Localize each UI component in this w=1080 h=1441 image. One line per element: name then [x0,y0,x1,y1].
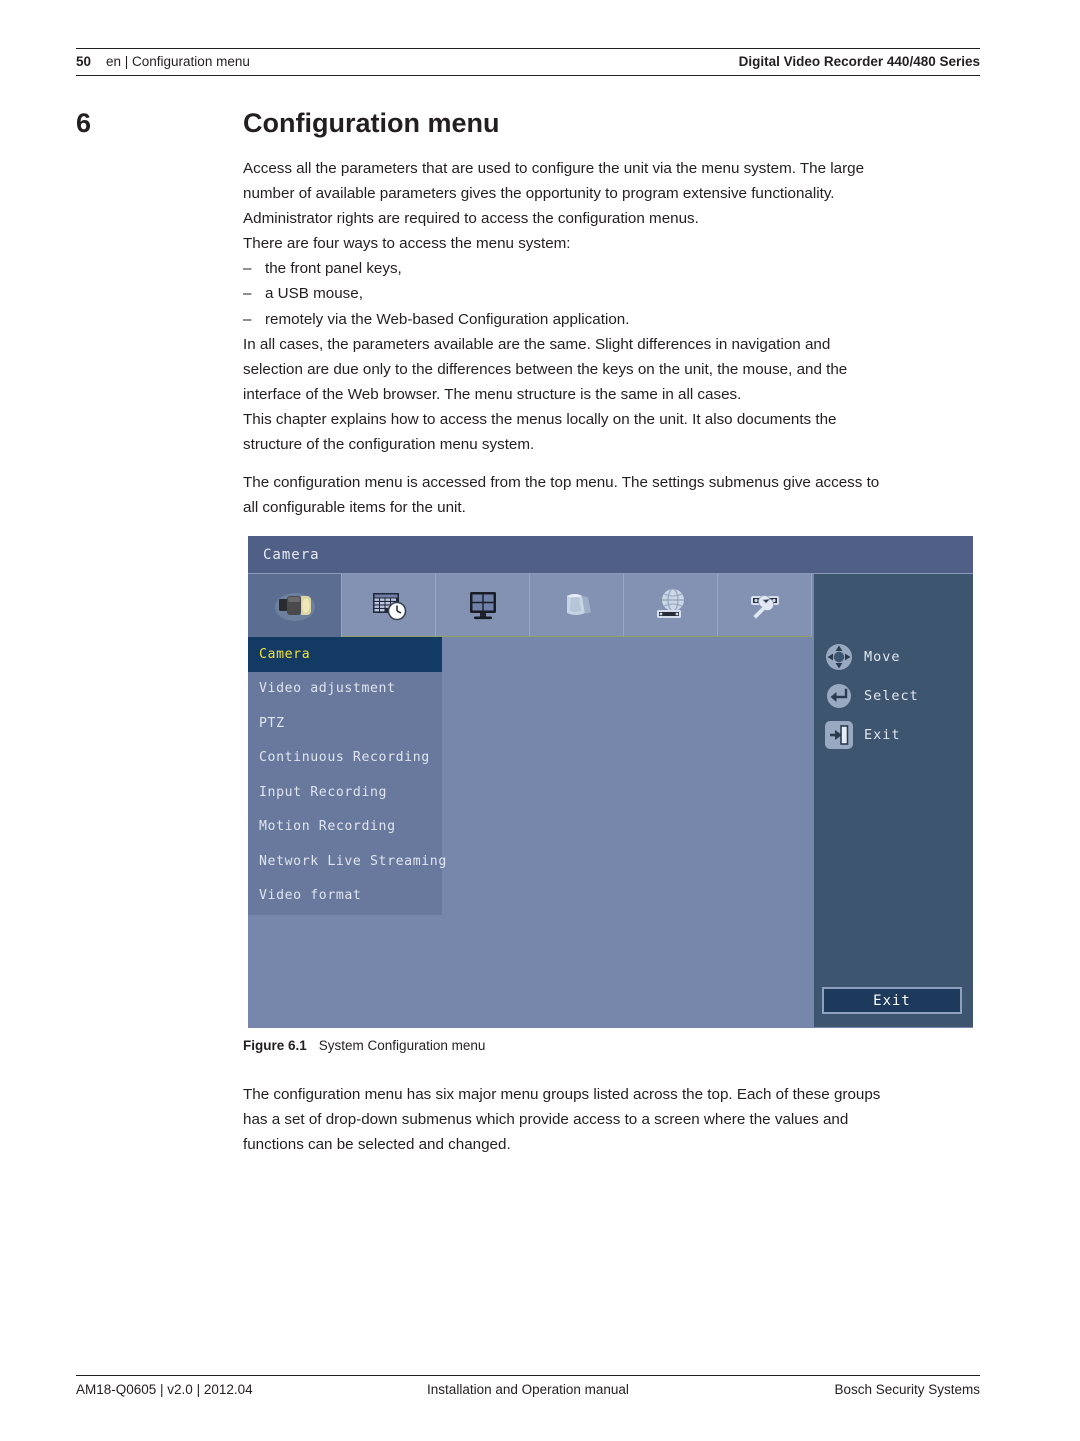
footer-row: AM18-Q0605 | v2.0 | 2012.04 Installation… [76,1376,980,1397]
menu-item-label: PTZ [259,715,285,731]
tab-schedule[interactable] [342,574,436,637]
list-item-label: remotely via the Web-based Configuration… [265,310,630,328]
paragraph-line: Administrator rights are required to acc… [243,210,699,228]
list-item: – a USB mouse, [243,281,985,306]
exit-button-label: Exit [873,992,911,1009]
paragraph-line: The configuration menu is accessed from … [243,474,880,491]
dvr-left-region: Camera Video adjustment PTZ Continuous R… [248,574,814,1027]
menu-item-continuous-recording[interactable]: Continuous Recording [248,741,442,776]
chapter-number: 6 [76,108,92,138]
page-number: 50 [76,54,92,69]
paragraph-line: all configurable items for the unit. [243,499,466,517]
menu-item-motion-recording[interactable]: Motion Recording [248,810,442,845]
figure-caption: Figure 6.1 System Configuration menu [243,1038,485,1053]
bullet-dash: – [243,310,252,328]
tab-system[interactable] [718,574,812,637]
list-item: – the front panel keys, [243,256,985,281]
menu-item-label: Video adjustment [259,681,396,697]
dvr-body: Camera Video adjustment PTZ Continuous R… [248,574,973,1027]
hint-move: Move [814,637,973,676]
header-product-title: Digital Video Recorder 440/480 Series [738,54,980,69]
exit-arrow-icon [825,720,853,749]
tab-display[interactable] [436,574,530,637]
tab-network[interactable] [624,574,718,637]
dvr-titlebar: Camera [248,536,973,574]
paragraph-line: interface of the Web browser. The menu s… [243,385,742,403]
list-item-label: a USB mouse, [265,285,363,303]
bullet-dash: – [243,285,252,303]
menu-item-label: Motion Recording [259,819,396,835]
tab-storage[interactable] [530,574,624,637]
dvr-configuration-menu-screenshot: Camera Camera Video adjustment PTZ Conti… [248,536,973,1028]
paragraph-access-intro: There are four ways to access the menu s… [243,235,571,253]
menu-item-label: Camera [259,646,311,662]
storage-disk-icon [566,594,591,615]
list-item: – remotely via the Web-based Configurati… [243,307,985,332]
menu-item-label: Continuous Recording [259,750,430,766]
hint-label: Exit [864,726,901,743]
paragraph-line: selection are due only to the difference… [243,360,848,378]
bullet-dash: – [243,260,252,278]
menu-item-label: Input Recording [259,784,388,800]
hint-exit: Exit [814,715,973,754]
page-title: Configuration menu [243,108,500,138]
paragraph-line: The configuration menu has six major men… [243,1086,881,1103]
post-figure-text-block: The configuration menu has six major men… [243,1082,985,1157]
menu-item-input-recording[interactable]: Input Recording [248,775,442,810]
paragraph-line: number of available parameters gives the… [243,185,835,203]
menu-item-label: Network Live Streaming [259,853,447,869]
dvr-hint-panel: Move Select Exit Exit [814,574,973,1027]
menu-item-network-live-streaming[interactable]: Network Live Streaming [248,844,446,879]
menu-item-ptz[interactable]: PTZ [248,706,442,741]
schedule-clock-icon [372,593,406,621]
paragraph-line: has a set of drop-down submenus which pr… [243,1111,849,1129]
figure-caption-text: System Configuration menu [318,1038,486,1053]
footer-document-id: AM18-Q0605 | v2.0 | 2012.04 [76,1382,253,1397]
page-header: 50 en | Configuration menu Digital Video… [76,48,980,76]
menu-item-video-format[interactable]: Video format [248,879,442,914]
paragraph-line: functions can be selected and changed. [243,1136,511,1154]
monitor-icon [469,592,496,620]
header-breadcrumb: en | Configuration menu [106,54,250,69]
hint-label: Select [864,687,919,704]
enter-select-icon [827,683,851,708]
camera-icon [274,592,315,621]
menu-item-video-adjustment[interactable]: Video adjustment [248,672,442,707]
intro-text-block: Access all the parameters that are used … [243,156,985,457]
list-item-label: the front panel keys, [265,260,402,278]
hint-select: Select [814,676,973,715]
figure-caption-number: Figure 6.1 [243,1038,307,1053]
paragraph-line: In all cases, the parameters available a… [243,335,831,353]
hint-label: Move [864,648,901,665]
paragraph-line: structure of the configuration menu syst… [243,436,535,454]
exit-button[interactable]: Exit [822,987,962,1014]
page-footer: AM18-Q0605 | v2.0 | 2012.04 Installation… [76,1375,980,1397]
dvr-tab-bar [248,574,814,637]
paragraph-line: Access all the parameters that are used … [243,160,865,177]
header-rule-bottom [76,75,980,76]
paragraph-line: This chapter explains how to access the … [243,410,837,428]
header-row: 50 en | Configuration menu Digital Video… [76,49,980,75]
footer-manual-title: Installation and Operation manual [427,1382,629,1397]
footer-company: Bosch Security Systems [834,1382,980,1397]
menu-item-label: Video format [259,888,362,904]
dpad-move-icon [826,643,852,670]
dvr-titlebar-label: Camera [263,546,320,563]
figure-intro-text-block: The configuration menu is accessed from … [243,470,985,520]
dvr-submenu-list: Camera Video adjustment PTZ Continuous R… [248,637,446,915]
network-globe-icon [656,588,684,618]
tab-camera[interactable] [248,574,342,637]
menu-item-camera[interactable]: Camera [248,637,442,672]
wrench-system-icon [750,595,779,620]
chapter-heading: 6 Configuration menu [76,108,980,139]
